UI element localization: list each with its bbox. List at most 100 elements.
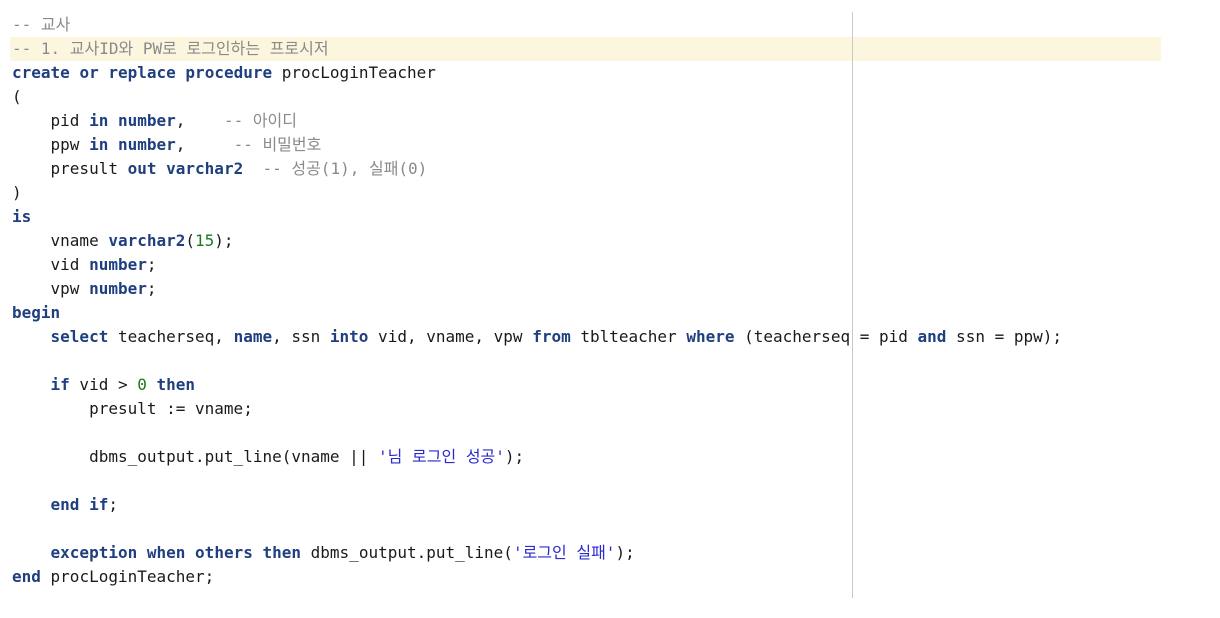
code-token: ); (504, 447, 525, 466)
code-line[interactable]: if vid > 0 then (12, 373, 1161, 397)
code-token: ) (12, 183, 22, 202)
keyword-token: end (12, 567, 41, 586)
comment-token: -- 교사 (12, 15, 71, 34)
code-token: dbms_output.put_line(vname || (12, 447, 379, 466)
code-token: (teacherseq = pid (734, 327, 918, 346)
keyword-token: end (50, 495, 80, 514)
keyword-token: replace (108, 63, 176, 82)
code-token: presult := vname; (12, 399, 253, 418)
code-token: vid, vname, vpw (368, 327, 533, 346)
keyword-token: out (127, 159, 157, 178)
code-line[interactable]: exception when others then dbms_output.p… (12, 541, 1161, 565)
code-token: pid (12, 111, 90, 130)
keyword-token: varchar2 (166, 159, 244, 178)
number-token: 0 (137, 375, 147, 394)
keyword-token: and (917, 327, 947, 346)
keyword-token: number (89, 279, 147, 298)
code-token: procLoginTeacher; (40, 567, 215, 586)
keyword-token: in (89, 111, 109, 130)
code-line[interactable]: pid in number, -- 아이디 (12, 109, 1161, 133)
comment-token: -- 1. 교사ID와 PW로 로그인하는 프로시저 (12, 39, 329, 58)
code-line[interactable]: presult out varchar2 -- 성공(1), 실패(0) (12, 157, 1161, 181)
code-line[interactable]: end procLoginTeacher; (12, 565, 1161, 589)
code-token: , (175, 111, 224, 130)
code-line[interactable] (12, 517, 1161, 541)
keyword-token: number (117, 135, 176, 154)
right-margin-guide (852, 12, 853, 598)
code-line[interactable]: -- 교사 (12, 13, 1161, 37)
string-token: '님 로그인 성공' (378, 447, 505, 466)
code-line-current[interactable]: -- 1. 교사ID와 PW로 로그인하는 프로시저 (10, 37, 1161, 61)
keyword-token: if (50, 375, 70, 394)
code-line[interactable]: end if; (12, 493, 1161, 517)
code-line[interactable] (12, 421, 1161, 445)
comment-token: -- 비밀번호 (233, 135, 322, 154)
code-token: presult (12, 159, 128, 178)
keyword-token: or (79, 63, 99, 82)
code-line[interactable]: ) (12, 181, 1161, 205)
code-token: ); (615, 543, 635, 562)
code-line[interactable]: presult := vname; (12, 397, 1161, 421)
code-line[interactable]: create or replace procedure procLoginTea… (12, 61, 1161, 85)
code-line[interactable] (12, 469, 1161, 493)
code-token: vid (12, 255, 90, 274)
keyword-token: name (233, 327, 273, 346)
code-token: , ssn (272, 327, 330, 346)
code-line[interactable]: vpw number; (12, 277, 1161, 301)
code-token: ; (146, 255, 157, 274)
keyword-token: select (50, 327, 109, 346)
code-token: ( (185, 231, 196, 250)
code-line[interactable]: vid number; (12, 253, 1161, 277)
code-token: procLoginTeacher (272, 63, 436, 82)
code-token: ; (146, 279, 157, 298)
code-line[interactable]: select teacherseq, name, ssn into vid, v… (12, 325, 1161, 349)
code-token: ppw (12, 135, 90, 154)
comment-token: -- 성공(1), 실패(0) (262, 159, 428, 178)
code-line[interactable]: ( (12, 85, 1161, 109)
keyword-token: begin (12, 303, 61, 322)
code-line[interactable]: ppw in number, -- 비밀번호 (12, 133, 1161, 157)
code-token: , (175, 135, 234, 154)
code-token: ( (12, 87, 22, 106)
string-token: '로그인 실패' (512, 543, 616, 562)
keyword-token: number (117, 111, 176, 130)
keyword-token: into (329, 327, 369, 346)
keyword-token: create (12, 63, 70, 82)
code-token: dbms_output.put_line( (301, 543, 513, 562)
code-area[interactable]: -- 교사 -- 1. 교사ID와 PW로 로그인하는 프로시저 create or… (10, 13, 1161, 589)
keyword-token: when (146, 543, 186, 562)
code-line[interactable]: dbms_output.put_line(vname || '님 로그인 성공'… (12, 445, 1161, 469)
code-line[interactable]: is (12, 205, 1161, 229)
keyword-token: varchar2 (108, 231, 186, 250)
keyword-token: if (89, 495, 109, 514)
code-token: ; (108, 495, 118, 514)
comment-token: -- 아이디 (223, 111, 297, 130)
code-token: vname (12, 231, 109, 250)
code-line[interactable] (12, 349, 1161, 373)
code-line[interactable]: vname varchar2(15); (12, 229, 1161, 253)
number-token: 15 (195, 231, 215, 250)
keyword-token: in (89, 135, 109, 154)
code-token: vpw (12, 279, 90, 298)
code-editor[interactable]: -- 교사 -- 1. 교사ID와 PW로 로그인하는 프로시저 create or… (0, 0, 1220, 618)
code-token: vid > (69, 375, 138, 394)
keyword-token: exception (50, 543, 138, 562)
keyword-token: then (156, 375, 196, 394)
code-line[interactable]: begin (12, 301, 1161, 325)
keyword-token: then (262, 543, 302, 562)
